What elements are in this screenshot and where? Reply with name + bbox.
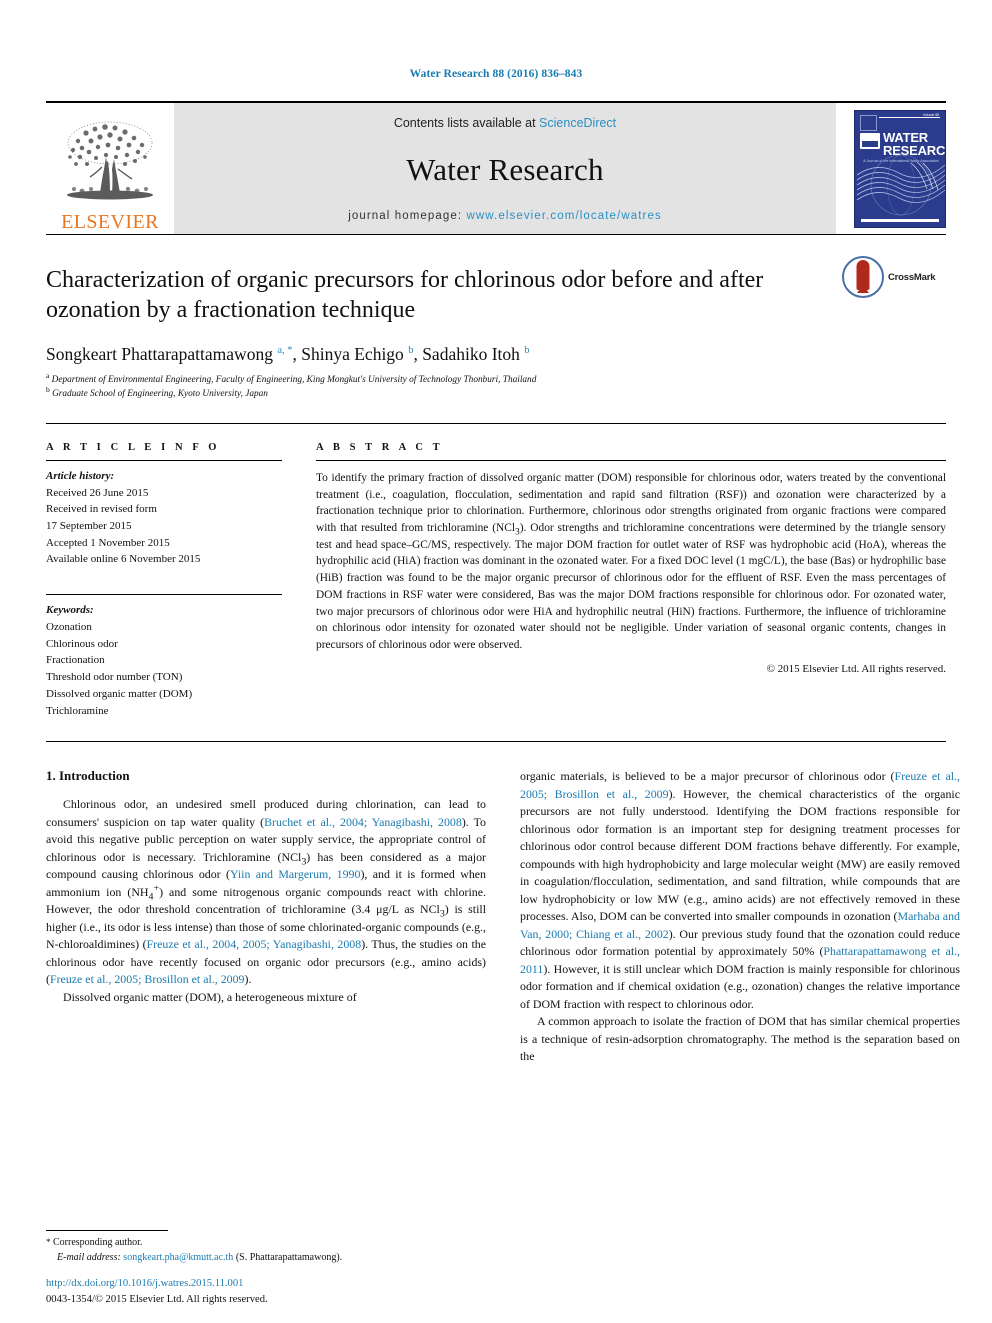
paragraph: Dissolved organic matter (DOM), a hetero… [63, 989, 357, 1004]
history-item: 17 September 2015 [46, 520, 132, 533]
iwa-logo-icon [860, 132, 880, 149]
cover-wave-graphic [856, 154, 945, 215]
elsevier-wordmark: ELSEVIER [61, 211, 159, 233]
keyword-item: Fractionation [46, 654, 105, 667]
author-list: Songkeart Phattarapattamawong a, *, Shin… [46, 343, 530, 364]
journal-homepage-line: journal homepage: www.elsevier.com/locat… [348, 210, 662, 222]
journal-cover-image: Volume 88 WATER RESEARCH A Journal of th… [854, 109, 946, 228]
keyword-item: Dissolved organic matter (DOM) [46, 687, 193, 700]
left-column: 1. Introduction Chlorinous odor, an unde… [46, 768, 486, 1066]
title-block: CrossMark Characterization of organic pr… [46, 234, 946, 402]
corresponding-author-line: * Corresponding author. [46, 1235, 486, 1250]
email-attribution: (S. Phattarapattamawong). [235, 1252, 343, 1263]
article-info-column: A R T I C L E I N F O Article history: R… [46, 442, 282, 719]
contents-line: Contents lists available at ScienceDirec… [394, 116, 616, 130]
keywords-block: Keywords: Ozonation Chlorinous odor Frac… [46, 594, 282, 719]
contents-prefix: Contents lists available at [393, 116, 540, 130]
copyright-line: © 2015 Elsevier Ltd. All rights reserved… [766, 662, 946, 675]
doi-link[interactable]: http://dx.doi.org/10.1016/j.watres.2015.… [46, 1276, 506, 1291]
keyword-item: Trichloramine [46, 704, 109, 717]
email-line: E-mail address: songkeart.pha@kmutt.ac.t… [46, 1250, 486, 1265]
history-item: Received 26 June 2015 [46, 486, 149, 499]
issn-copyright-line: 0043-1354/© 2015 Elsevier Ltd. All right… [46, 1293, 268, 1305]
journal-masthead: ELSEVIER Contents lists available at Sci… [46, 101, 946, 234]
journal-title: Water Research [406, 152, 604, 187]
right-column: organic materials, is believed to be a m… [520, 768, 960, 1066]
running-head: Water Research 88 (2016) 836–843 [409, 68, 583, 80]
corresponding-marker: * [46, 1237, 51, 1247]
cover-elsevier-mark-icon [860, 114, 877, 131]
keyword-item: Ozonation [46, 620, 92, 633]
keywords-label: Keywords: [46, 604, 94, 617]
affiliation-b: b Graduate School of Engineering, Kyoto … [46, 385, 268, 400]
keyword-item: Chlorinous odor [46, 637, 118, 650]
elsevier-logo: ELSEVIER [46, 103, 174, 234]
footnote-rule [46, 1230, 168, 1231]
sciencedirect-link[interactable]: ScienceDirect [539, 116, 616, 130]
keywords-list: Keywords: Ozonation Chlorinous odor Frac… [46, 595, 282, 719]
corresponding-author-footnote: * Corresponding author. E-mail address: … [46, 1230, 486, 1265]
paragraph: A common approach to isolate the fractio… [520, 1014, 960, 1064]
doi-footer: http://dx.doi.org/10.1016/j.watres.2015.… [46, 1276, 506, 1307]
article-history: Article history: Received 26 June 2015 R… [46, 461, 282, 568]
crossmark-badge[interactable]: CrossMark [842, 256, 946, 298]
email-link[interactable]: songkeart.pha@kmutt.ac.th [123, 1252, 233, 1263]
history-item: Available online 6 November 2015 [46, 553, 201, 566]
elsevier-tree-icon [67, 121, 153, 200]
page-title: Characterization of organic precursors f… [46, 267, 764, 324]
abstract-heading: A B S T R A C T [316, 441, 444, 453]
cover-bottom-rule [861, 218, 939, 222]
crossmark-icon [842, 256, 884, 298]
article-info-heading: A R T I C L E I N F O [46, 441, 221, 453]
affiliation-a: a Department of Environmental Engineerin… [46, 370, 537, 385]
body-columns: 1. Introduction Chlorinous odor, an unde… [46, 741, 960, 1066]
homepage-prefix: journal homepage: [348, 210, 467, 222]
article-history-label: Article history: [46, 469, 115, 482]
section-title-introduction: 1. Introduction [46, 768, 130, 784]
paragraph: Chlorinous odor, an undesired smell prod… [46, 797, 486, 987]
email-label: E-mail address: [57, 1252, 121, 1263]
keyword-item: Threshold odor number (TON) [46, 671, 183, 684]
crossmark-label: CrossMark [888, 271, 936, 283]
abstract-text: To identify the primary fraction of diss… [316, 471, 946, 651]
abstract-column: A B S T R A C T To identify the primary … [316, 442, 946, 719]
history-item: Accepted 1 November 2015 [46, 536, 170, 549]
paper-page: Water Research 88 (2016) 836–843 ELSEVIE… [0, 0, 992, 1323]
journal-cover: Volume 88 WATER RESEARCH A Journal of th… [836, 103, 946, 234]
corresponding-text: Corresponding author. [53, 1237, 143, 1248]
journal-banner: Contents lists available at ScienceDirec… [174, 103, 836, 234]
history-item: Received in revised form [46, 503, 157, 516]
paragraph: organic materials, is believed to be a m… [520, 769, 961, 1011]
info-abstract-row: A R T I C L E I N F O Article history: R… [46, 422, 946, 719]
homepage-url[interactable]: www.elsevier.com/locate/watres [466, 210, 661, 222]
cover-top-rule [879, 116, 940, 118]
